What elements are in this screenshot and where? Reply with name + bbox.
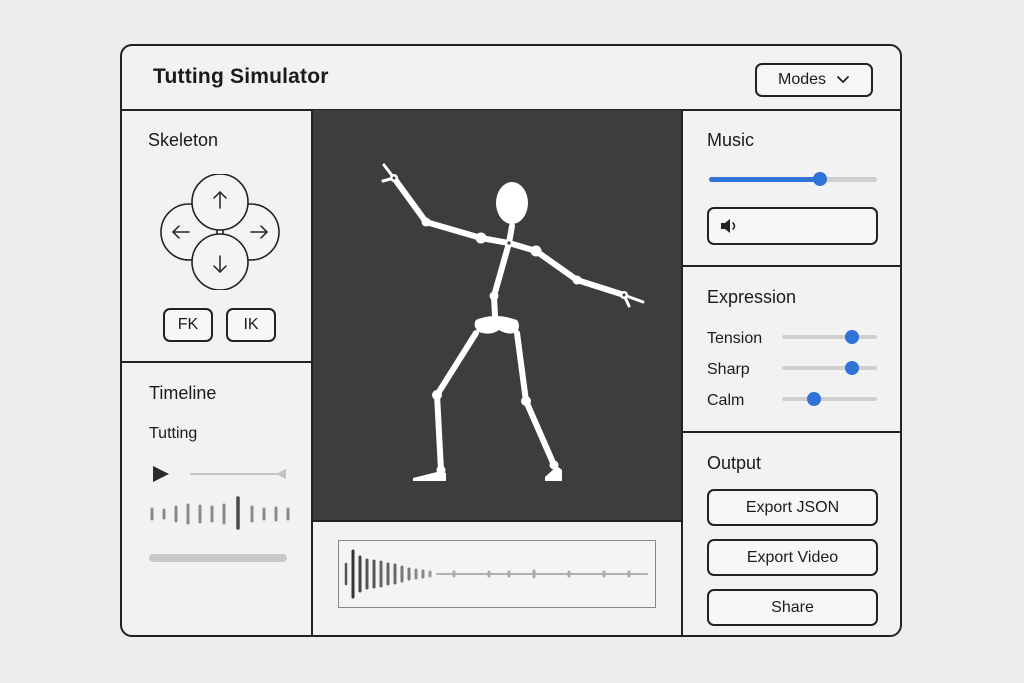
- share-button[interactable]: Share: [707, 589, 878, 626]
- music-divider: [682, 265, 900, 267]
- modes-dropdown[interactable]: Modes: [755, 63, 873, 97]
- play-icon[interactable]: [151, 465, 171, 483]
- music-volume-fill: [709, 177, 820, 182]
- animation-stage[interactable]: [313, 110, 681, 520]
- skeleton-figure: [381, 163, 645, 481]
- tension-label: Tension: [707, 330, 763, 347]
- direction-pad: [160, 174, 280, 290]
- timeline-keyframe-bars: [150, 496, 290, 530]
- app-window: Tutting Simulator Modes Skeleton FK IK T…: [120, 44, 902, 637]
- skeleton-divider: [122, 361, 312, 363]
- skeleton-title: Skeleton: [148, 130, 219, 150]
- skeleton-pelvis: [474, 316, 519, 334]
- sharp-slider[interactable]: [782, 361, 877, 375]
- sharp-label: Sharp: [707, 361, 750, 378]
- stage-divider: [313, 520, 681, 522]
- chevron-down-icon: [837, 76, 849, 83]
- speaker-button[interactable]: [707, 207, 878, 245]
- skeleton-head: [496, 182, 528, 224]
- expression-title: Expression: [707, 287, 797, 307]
- timeline-scrubber[interactable]: [190, 468, 288, 480]
- timeline-title: Timeline: [149, 383, 217, 403]
- export-json-button[interactable]: Export JSON: [707, 489, 878, 526]
- timeline-track-name: Tutting: [149, 425, 198, 442]
- right-column-divider: [681, 110, 683, 635]
- tension-slider[interactable]: [782, 330, 877, 344]
- calm-knob[interactable]: [807, 392, 822, 406]
- audio-waveform[interactable]: [338, 540, 656, 608]
- app-title: Tutting Simulator: [153, 65, 329, 88]
- ik-button[interactable]: IK: [226, 308, 276, 342]
- music-title: Music: [707, 130, 755, 150]
- export-video-button[interactable]: Export Video: [707, 539, 878, 576]
- calm-label: Calm: [707, 392, 745, 409]
- calm-slider[interactable]: [782, 392, 877, 406]
- output-title: Output: [707, 453, 762, 473]
- music-volume-knob[interactable]: [812, 172, 827, 186]
- tension-knob[interactable]: [845, 330, 860, 344]
- timeline-progress-bar[interactable]: [149, 554, 287, 562]
- expression-divider: [682, 431, 900, 433]
- sharp-knob[interactable]: [845, 361, 860, 375]
- modes-label: Modes: [777, 71, 827, 88]
- music-volume-slider[interactable]: [709, 172, 877, 186]
- waveform-graphic: [344, 549, 648, 599]
- fk-button[interactable]: FK: [163, 308, 213, 342]
- speaker-icon: [721, 219, 736, 233]
